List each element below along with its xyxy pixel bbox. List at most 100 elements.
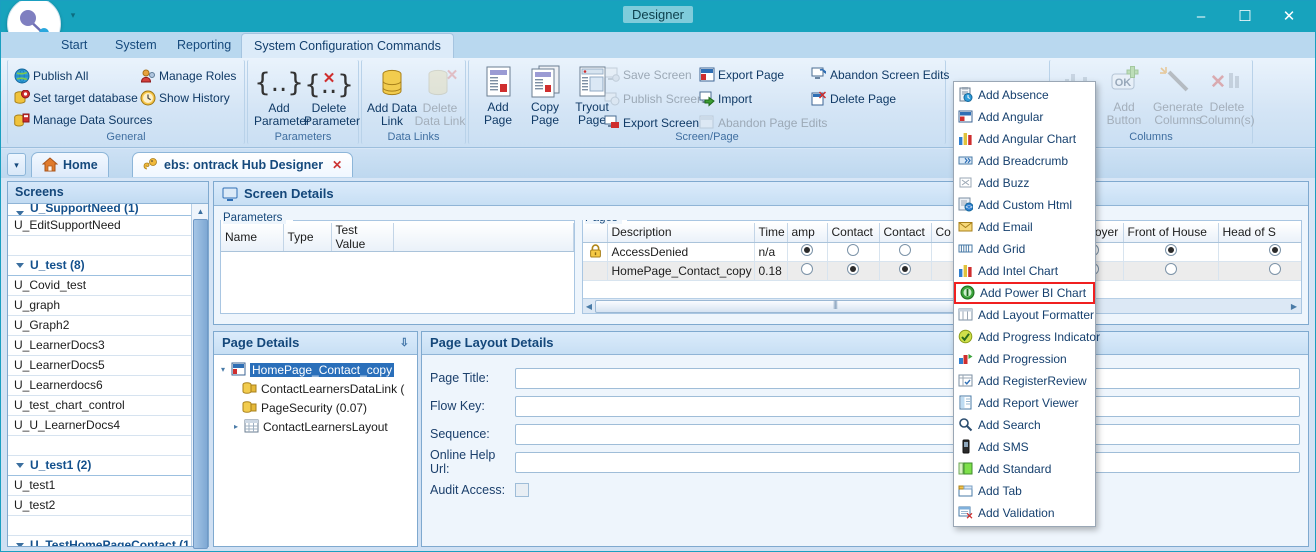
page-details-node-homepage-contact-copy[interactable]: ▾ HomePage_Contact_copy (218, 360, 417, 379)
expander-icon[interactable]: ▾ (218, 365, 228, 374)
export-screen-command[interactable]: Export Screen (604, 115, 699, 131)
menu-item-add-email[interactable]: Add Email (954, 216, 1095, 238)
audit-access-checkbox[interactable] (515, 483, 529, 497)
screens-tree-item-u-learnerdocs4[interactable]: U_U_LearnerDocs4 (8, 416, 191, 436)
document-tab-ontrack-hub-designer[interactable]: ebs: ontrack Hub Designer ✕ (132, 152, 354, 177)
pages-row-1-amp[interactable] (787, 261, 828, 281)
scroll-left-icon[interactable]: ◀ (583, 302, 595, 311)
pages-col-head-of-s[interactable]: Head of S (1218, 223, 1301, 243)
pages-row-0-head-of-s[interactable] (1218, 242, 1301, 262)
screens-tree-item-learnerdocs3[interactable]: U_LearnerDocs3 (8, 336, 191, 356)
parameters-grid[interactable]: Name Type Test Value (221, 223, 574, 252)
pages-row-1-contact-1[interactable] (827, 261, 880, 281)
screens-tree-item-graph2[interactable]: U_Graph2 (8, 316, 191, 336)
chevron-double-down-icon[interactable]: ⇩ (400, 332, 409, 354)
pages-col-contact-1[interactable]: Contact (827, 223, 880, 243)
pages-col-description[interactable]: Description (607, 223, 755, 243)
screens-tree-item-test1[interactable]: U_test1 (8, 476, 191, 496)
ribbon-tab-system[interactable]: System (103, 34, 169, 58)
quick-access-caret-icon[interactable]: ▾ (67, 10, 79, 22)
add-data-link-command[interactable]: Add Data Link (366, 66, 418, 128)
document-tab-home[interactable]: Home (31, 152, 109, 177)
pages-col-lock[interactable] (583, 223, 608, 243)
flow-key-input[interactable] (515, 395, 1300, 417)
maximize-button[interactable]: ☐ (1223, 2, 1267, 31)
ribbon-tab-start[interactable]: Start (49, 34, 99, 58)
publish-all-command[interactable]: Publish All (14, 68, 88, 84)
set-target-database-command[interactable]: Set target database (14, 89, 138, 106)
menu-item-add-report-viewer[interactable]: Add Report Viewer (954, 392, 1095, 414)
radio-button[interactable] (801, 263, 813, 275)
screens-tree-item-covid-test[interactable]: U_Covid_test (8, 276, 191, 296)
table-row[interactable]: AccessDenied n/a (583, 242, 1301, 262)
screens-tree-group-testhomepagecontact[interactable]: U_TestHomePageContact (1 (8, 536, 191, 546)
pages-grid[interactable]: Description Time amp Contact Contact Co … (583, 223, 1301, 281)
pages-row-0-contact-2[interactable] (879, 242, 932, 262)
add-page-command[interactable]: Add Page (473, 65, 523, 127)
screens-tree[interactable]: U_SupportNeed (1) U_EditSupportNeed U_te… (8, 204, 191, 546)
sequence-input[interactable] (515, 423, 1300, 445)
parameters-col-name[interactable]: Name (221, 223, 284, 252)
scroll-up-icon[interactable]: ▲ (195, 206, 206, 217)
expander-icon[interactable]: ▸ (231, 422, 241, 431)
manage-roles-command[interactable]: Manage Roles (140, 68, 236, 84)
add-control-dropdown-menu[interactable]: Add Absence Add Angular Add Angular Char… (953, 81, 1100, 527)
menu-item-add-grid[interactable]: Add Grid (954, 238, 1095, 260)
close-icon[interactable]: ✕ (332, 153, 342, 177)
document-tabs-caret-icon[interactable]: ▾ (7, 153, 26, 176)
menu-item-add-buzz[interactable]: Add Buzz (954, 172, 1095, 194)
screens-tree-item-test2[interactable]: U_test2 (8, 496, 191, 516)
radio-button[interactable] (899, 263, 911, 275)
delete-page-command[interactable]: ✕ Delete Page (811, 90, 896, 107)
menu-item-add-progression[interactable]: Add Progression (954, 348, 1095, 370)
minimize-button[interactable]: – (1179, 2, 1223, 31)
manage-data-sources-command[interactable]: Manage Data Sources (14, 112, 152, 128)
page-details-node-contactlearnersdatalink[interactable]: ContactLearnersDataLink ( (218, 379, 417, 398)
parameters-col-type[interactable]: Type (283, 223, 332, 252)
show-history-command[interactable]: Show History (140, 90, 230, 106)
delete-parameter-command[interactable]: {..}✕ Delete Parameter (304, 66, 360, 128)
radio-button[interactable] (847, 244, 859, 256)
screens-tree-item-graph[interactable]: U_graph (8, 296, 191, 316)
menu-item-add-angular-chart[interactable]: Add Angular Chart (954, 128, 1095, 150)
radio-button[interactable] (1269, 263, 1282, 275)
menu-item-add-custom-html[interactable]: <> Add Custom Html (954, 194, 1095, 216)
page-details-node-contactlearnerslayout[interactable]: ▸ ContactLearnersLayout (218, 417, 417, 436)
page-details-tree[interactable]: ▾ HomePage_Contact_copy ContactLearnersD… (214, 355, 417, 436)
radio-button[interactable] (1164, 263, 1177, 275)
menu-item-add-angular[interactable]: Add Angular (954, 106, 1095, 128)
pages-col-amp[interactable]: amp (787, 223, 828, 243)
copy-page-command[interactable]: Copy Page (520, 65, 570, 127)
pages-row-1-front-of-house[interactable] (1123, 261, 1219, 281)
pages-col-time[interactable]: Time (754, 223, 788, 243)
menu-item-add-registerreview[interactable]: Add RegisterReview (954, 370, 1095, 392)
ribbon-tab-system-configuration-commands[interactable]: System Configuration Commands (241, 33, 454, 59)
radio-button[interactable] (899, 244, 911, 256)
menu-item-add-intel-chart[interactable]: Add Intel Chart (954, 260, 1095, 282)
screens-tree-group-u-test[interactable]: U_test (8) (8, 256, 191, 276)
radio-button[interactable] (1164, 244, 1177, 256)
table-row[interactable]: HomePage_Contact_copy 0.18 (583, 261, 1301, 281)
radio-button[interactable] (1269, 244, 1282, 256)
menu-item-add-breadcrumb[interactable]: Add Breadcrumb (954, 150, 1095, 172)
close-button[interactable]: ✕ (1267, 2, 1311, 31)
menu-item-add-absence[interactable]: Add Absence (954, 84, 1095, 106)
radio-button[interactable] (847, 263, 859, 275)
menu-item-add-standard[interactable]: Add Standard (954, 458, 1095, 480)
screens-tree-group-u-test1[interactable]: U_test1 (2) (8, 456, 191, 476)
pages-col-front-of-house[interactable]: Front of House (1123, 223, 1219, 243)
parameters-col-test-value[interactable]: Test Value (331, 223, 394, 252)
screens-tree-item-test-chart-control[interactable]: U_test_chart_control (8, 396, 191, 416)
menu-item-add-power-bi-chart[interactable]: Add Power BI Chart (954, 282, 1095, 304)
pages-row-1-head-of-s[interactable] (1218, 261, 1301, 281)
parameters-col-blank[interactable] (393, 223, 574, 252)
screens-scroll-thumb[interactable] (193, 219, 208, 549)
pages-row-1-contact-2[interactable] (879, 261, 932, 281)
screens-tree-item-learnerdocs5[interactable]: U_LearnerDocs5 (8, 356, 191, 376)
scroll-right-icon[interactable]: ▶ (1287, 302, 1301, 311)
screens-tree-item-editsupportneed[interactable]: U_EditSupportNeed (8, 216, 191, 236)
pages-horizontal-scrollbar[interactable]: ◀ ▶ (583, 298, 1301, 313)
screens-tree-group-supportneed[interactable]: U_SupportNeed (1) (8, 204, 191, 216)
radio-button[interactable] (801, 244, 813, 256)
online-help-url-input[interactable] (515, 451, 1300, 473)
